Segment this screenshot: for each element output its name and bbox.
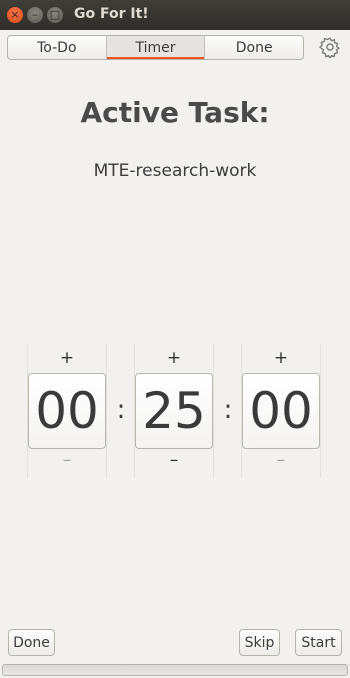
minutes-increment-button[interactable]: + xyxy=(135,348,213,368)
seconds-increment-button[interactable]: + xyxy=(242,348,320,368)
tab-done[interactable]: Done xyxy=(205,36,303,59)
time-separator: : xyxy=(116,395,126,425)
minutes-decrement-button[interactable]: – xyxy=(135,450,213,470)
title-bar: × – □ Go For It! xyxy=(0,0,350,30)
hours-field[interactable]: 00 xyxy=(28,373,106,449)
seconds-field[interactable]: 00 xyxy=(242,373,320,449)
seconds-decrement-button[interactable]: – xyxy=(242,450,320,470)
tab-todo[interactable]: To-Do xyxy=(8,36,107,59)
view-switcher: To-Do Timer Done xyxy=(7,35,304,60)
window-title: Go For It! xyxy=(74,6,149,22)
timer-progress-bar xyxy=(2,664,348,676)
skip-button[interactable]: Skip xyxy=(239,629,280,656)
active-task-name: MTE-research-work xyxy=(93,161,257,181)
active-task-heading: Active Task: xyxy=(80,96,270,129)
gear-icon[interactable] xyxy=(319,36,341,58)
done-button[interactable]: Done xyxy=(8,629,55,656)
close-window-button[interactable]: × xyxy=(7,7,23,23)
app-window: × – □ Go For It! To-Do Timer Done Active… xyxy=(0,0,350,678)
minutes-column: + 25 – xyxy=(134,344,214,478)
minutes-field[interactable]: 25 xyxy=(135,373,213,449)
hours-column: + 00 – xyxy=(27,344,107,478)
tab-timer[interactable]: Timer xyxy=(106,36,206,59)
time-separator: : xyxy=(223,395,233,425)
hours-decrement-button[interactable]: – xyxy=(28,450,106,470)
start-button[interactable]: Start xyxy=(295,629,342,656)
maximize-window-button[interactable]: □ xyxy=(47,7,63,23)
seconds-column: + 00 – xyxy=(241,344,321,478)
hours-increment-button[interactable]: + xyxy=(28,348,106,368)
minimize-window-button[interactable]: – xyxy=(27,7,43,23)
